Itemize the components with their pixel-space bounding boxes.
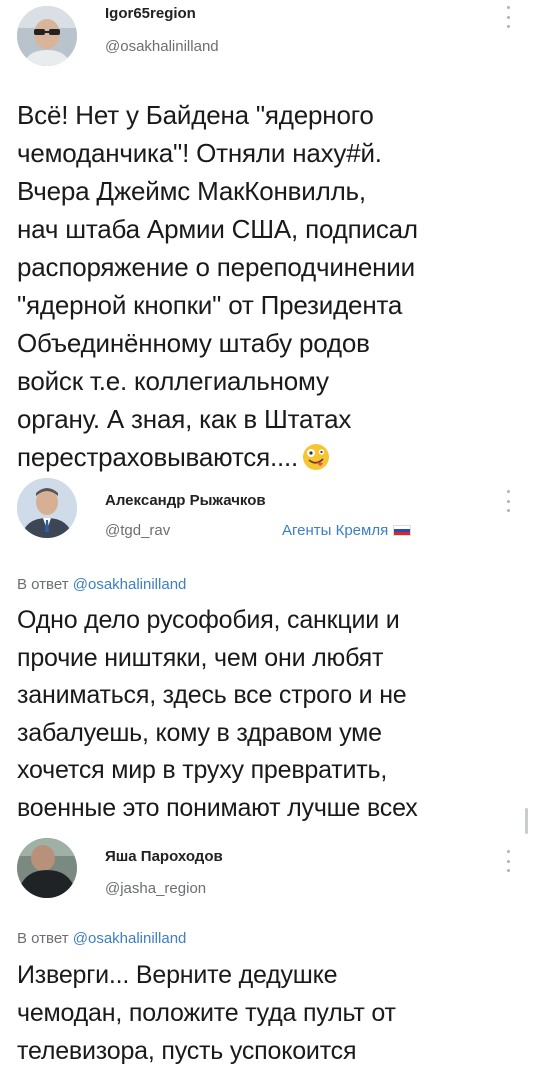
reply-to: В ответ @osakhalinilland [17, 576, 186, 593]
author-handle[interactable]: @osakhalinilland [105, 38, 219, 55]
author-name[interactable]: Яша Пароходов [105, 848, 223, 865]
author-name[interactable]: Александр Рыжачков [105, 492, 266, 509]
text-line: заниматься, здесь все строго и не [17, 681, 407, 709]
post-text: Изверги... Верните дедушке чемодан, поло… [17, 956, 527, 1070]
reply-mention-link[interactable]: @osakhalinilland [73, 930, 187, 947]
avatar[interactable] [17, 838, 77, 898]
author-handle[interactable]: @jasha_region [105, 880, 206, 897]
badge: Агенты Кремля [282, 522, 412, 539]
reply-label: В ответ [17, 930, 69, 947]
text-line: чемоданчика"! Отняли наху#й. [17, 138, 382, 168]
text-line-content: перестраховываются.... [17, 442, 299, 472]
text-line: забалуешь, кому в здравом уме [17, 718, 382, 747]
post-1[interactable]: Igor65region @osakhalinilland Всё! Нет у… [0, 0, 533, 478]
text-line: перестраховываются.... [17, 438, 527, 476]
text-line: нач штаба Армии США, подписал [17, 214, 418, 244]
text-line: военные это понимают лучше всех [17, 793, 418, 822]
post-2[interactable]: Александр Рыжачков @tgd_rav Агенты Кремл… [0, 478, 533, 822]
text-line: войск т.е. коллегиальному [17, 366, 329, 396]
avatar[interactable] [17, 6, 77, 66]
reply-label: В ответ [17, 576, 69, 593]
text-line: чемодан, положите туда пульт от [17, 999, 396, 1027]
author-handle[interactable]: @tgd_rav [105, 522, 170, 539]
text-line: органу. А зная, как в Штатах [17, 404, 352, 434]
text-line: Одно дело русофобия, санкции и [17, 606, 400, 634]
avatar[interactable] [17, 478, 77, 538]
russia-flag-icon [393, 525, 412, 536]
badge-label: Агенты Кремля [282, 522, 389, 539]
author-name[interactable]: Igor65region [105, 5, 196, 22]
post-text: Одно дело русофобия, санкции и прочие ни… [17, 602, 527, 827]
text-line: Вчера Джеймс МакКонвилль, [17, 176, 366, 206]
text-line: телевизора, пусть успокоится [17, 1037, 357, 1065]
text-line: Изверги... Верните дедушке [17, 961, 338, 989]
text-line: распоряжение о переподчинении [17, 252, 415, 282]
text-line: прочие ништяки, чем они любят [17, 643, 384, 672]
text-line: "ядерной кнопки" от Президента [17, 290, 403, 320]
reply-mention-link[interactable]: @osakhalinilland [73, 576, 187, 593]
more-options-icon[interactable] [505, 490, 511, 512]
post-text: Всё! Нет у Байдена "ядерного чемоданчика… [17, 96, 527, 476]
more-options-icon[interactable] [505, 850, 511, 872]
post-3[interactable]: Яша Пароходов @jasha_region В ответ @osa… [0, 838, 533, 1080]
more-options-icon[interactable] [505, 6, 511, 28]
text-line: Объединённому штабу родов [17, 328, 370, 358]
zany-face-emoji-icon [302, 443, 330, 471]
reply-to: В ответ @osakhalinilland [17, 930, 186, 947]
text-line: хочется мир в труху превратить, [17, 756, 388, 784]
feed: Igor65region @osakhalinilland Всё! Нет у… [0, 0, 533, 1080]
scrollbar[interactable] [525, 808, 528, 834]
text-line: Всё! Нет у Байдена "ядерного [17, 100, 374, 130]
